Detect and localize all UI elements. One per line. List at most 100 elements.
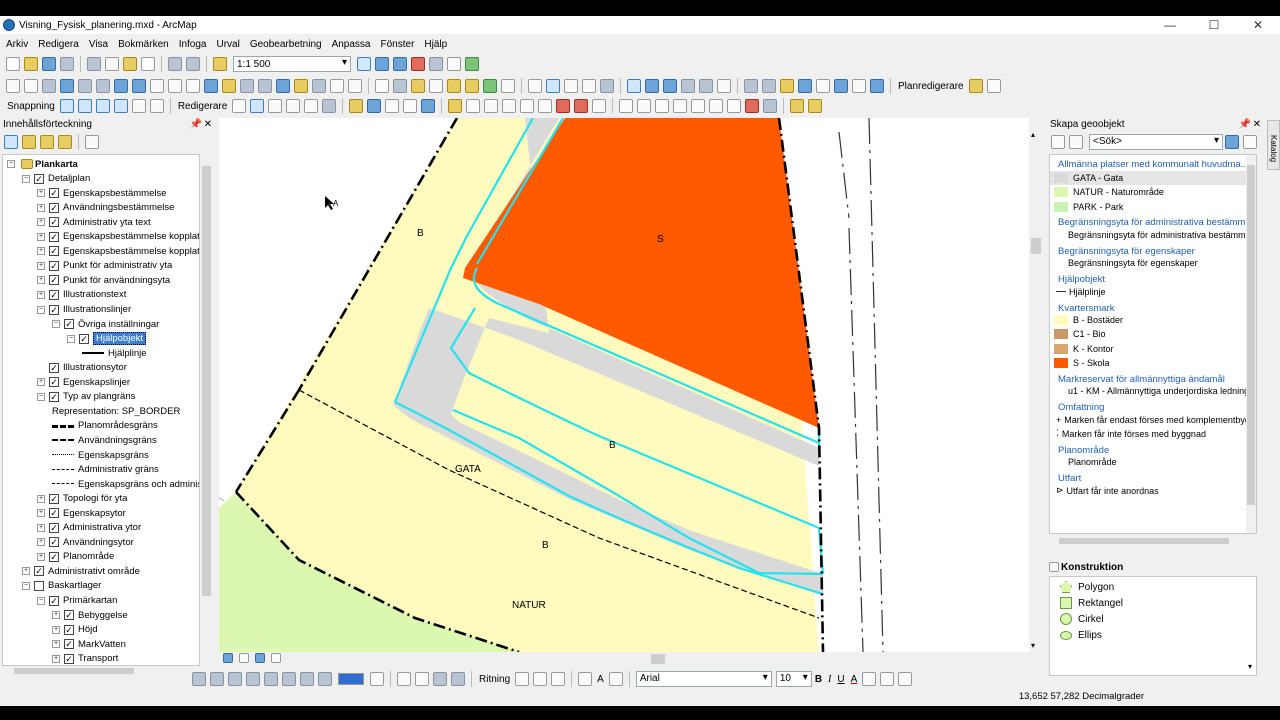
sketch-props-icon[interactable] [663,79,677,93]
katalog-side-tab[interactable]: Katalog [1267,120,1280,170]
line-color-icon[interactable] [880,672,895,686]
expand-icon[interactable]: + [22,567,30,576]
font-color-button[interactable]: A [851,674,858,685]
planredigerare-dropdown[interactable]: Planredigerare [898,81,964,92]
bold-button[interactable]: B [815,674,822,685]
snapping-options-icon[interactable] [131,99,146,113]
viewer-window-icon[interactable] [348,79,362,93]
italic-button[interactable]: I [828,674,831,685]
cogo-b-icon[interactable] [637,99,652,113]
python-window-icon[interactable] [429,57,443,71]
toc-row[interactable]: − ✓ Primärkartan [3,594,117,608]
cogo-f-icon[interactable] [709,99,724,113]
modelbuilder-icon[interactable] [465,57,479,71]
organize-templates-icon[interactable] [1051,135,1065,149]
toc-row[interactable]: Användningsgräns [3,433,157,447]
toc-row[interactable]: − ✓ Illustrationslinjer [3,303,131,317]
konstruktion-scroll-down[interactable]: ▾ [1248,662,1252,671]
clear-search-icon[interactable] [1243,135,1257,149]
zoom-in-icon[interactable] [6,79,20,93]
layer-checkbox[interactable]: ✓ [49,595,59,606]
tool-c-icon[interactable] [717,79,731,93]
layer-checkbox[interactable]: ✓ [34,173,44,184]
close-edit-icon[interactable] [564,79,578,93]
menu-infoga[interactable]: Infoga [179,39,207,50]
layer-checkbox[interactable]: ✓ [49,537,59,548]
toc-row[interactable]: − ✓ Övriga inställningar [3,317,159,331]
ritning-dropdown[interactable]: Ritning [479,674,510,685]
expand-icon[interactable]: + [52,654,60,663]
draw-tool-i-icon[interactable] [370,672,384,686]
template-item[interactable]: B - Bostäder [1050,313,1123,327]
color-box[interactable] [338,673,364,685]
template-item[interactable]: ⁚ Marken får inte förses med byggnad [1050,427,1206,441]
toc-row[interactable]: Egenskapsgräns [3,448,149,462]
list-by-visibility-icon[interactable] [40,135,54,149]
undo-edit-icon[interactable] [744,79,758,93]
close-create-features-icon[interactable]: ✕ [1253,119,1261,130]
expand-icon[interactable]: + [37,494,45,503]
toc-row[interactable]: + ✓ Egenskapslinjer [3,375,130,389]
toc-row[interactable]: + ✓ Punkt för användningsyta [3,273,170,287]
toc-row[interactable]: + ✓ Egenskapsbestämmelse [3,186,167,200]
measure-icon[interactable] [258,79,272,93]
expand-icon[interactable]: + [37,203,45,212]
rotate-element-icon[interactable] [533,672,548,686]
toc-row[interactable]: Egenskapsgräns och adminis [3,477,199,491]
find-icon[interactable] [276,79,290,93]
expand-icon[interactable]: + [37,523,45,532]
layer-checkbox[interactable]: ✓ [49,275,59,286]
toc-row[interactable]: Representation: SP_BORDER [3,404,180,418]
expand-icon[interactable]: + [37,261,45,270]
template-item[interactable]: K - Kontor [1050,342,1114,356]
planredigerare-tool-icon[interactable] [968,79,983,93]
close-button[interactable]: ✕ [1236,18,1280,32]
template-vscrollbar[interactable] [1246,155,1256,533]
topo-tool-f-icon[interactable] [592,99,607,113]
toc-row[interactable]: + ✓ Illustrationstext [3,288,126,302]
tool-f-icon[interactable] [816,79,830,93]
toc-row[interactable]: Planområdesgräns [3,419,158,433]
template-item[interactable]: ⊳ Utfart får inte anordnas [1050,484,1159,498]
fixed-zoom-out-icon[interactable] [96,79,110,93]
menu-redigera[interactable]: Redigera [38,39,79,50]
template-search-input[interactable]: <Sök> [1089,134,1223,150]
collapse-icon[interactable]: − [7,160,15,168]
toc-row[interactable]: + ✓ Administrativ yta text [3,215,151,229]
toc-row[interactable]: + ✓ Topologi för yta [3,492,127,506]
cogo-k-icon[interactable] [808,99,823,113]
template-hscrollbar[interactable] [1049,536,1257,546]
menu-arkiv[interactable]: Arkiv [6,39,28,50]
redo-edit-icon[interactable] [762,79,776,93]
vertex-snapping-icon[interactable] [95,99,110,113]
copy-icon[interactable] [105,57,119,71]
topology-edit-icon[interactable] [448,99,463,113]
layer-checkbox[interactable]: ✓ [79,333,89,344]
template-item[interactable]: u1 - KM - Allmännyttiga underjordiska le… [1050,384,1256,398]
expand-icon[interactable]: + [37,378,45,387]
save-icon[interactable] [42,57,56,71]
maximize-button[interactable]: ☐ [1192,18,1236,32]
menu-anpassa[interactable]: Anpassa [332,39,371,50]
tool-a-icon[interactable] [681,79,695,93]
map-vertical-scrollbar[interactable]: ▴ ▾ [1029,118,1043,652]
pin-icon[interactable]: 📌 [190,119,202,130]
layout-icon[interactable] [375,79,389,93]
layer-checkbox[interactable]: ✓ [49,377,59,388]
layer-checkbox[interactable]: ✓ [64,624,74,635]
paste-icon[interactable] [123,57,137,71]
template-item[interactable]: PARK - Park [1050,200,1123,214]
expand-icon[interactable]: + [37,218,45,227]
topo-tool-c-icon[interactable] [538,99,553,113]
layer-checkbox[interactable]: ✓ [49,493,59,504]
full-extent-icon[interactable] [60,79,74,93]
template-item[interactable]: NATUR - Naturområde [1050,185,1164,199]
collapse-icon[interactable]: − [37,392,45,401]
template-item[interactable]: + Marken får endast förses med komplement… [1050,413,1256,427]
tool-h-icon[interactable] [852,79,866,93]
collapse-icon[interactable]: − [52,320,60,329]
goto-xy-icon[interactable] [312,79,326,93]
minimize-button[interactable]: — [1148,18,1192,32]
expand-icon[interactable]: + [37,247,45,256]
layout-view-icon[interactable] [223,653,233,663]
